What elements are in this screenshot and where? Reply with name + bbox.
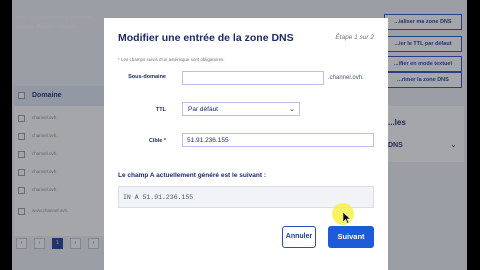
target-input[interactable]: 51.91.236.155 — [182, 133, 374, 147]
generated-record-label: Le champ A actuellement généré est le su… — [118, 172, 266, 179]
screen: Vous avez également la possibilité ... s… — [0, 0, 480, 270]
generated-record-value: IN A 51.91.236.155 — [123, 194, 194, 201]
domain-suffix: .channel.ovh. — [328, 75, 364, 81]
dialog-title: Modifier une entrée de la zone DNS — [118, 32, 294, 44]
target-value: 51.91.236.155 — [187, 137, 229, 144]
subdomain-label: Sous-domaine — [128, 74, 166, 80]
chevron-down-icon: ⌄ — [289, 106, 295, 113]
letterbox-right — [467, 0, 480, 270]
step-indicator: Étape 1 sur 2 — [335, 34, 374, 41]
ttl-select[interactable]: Par défaut ⌄ — [182, 102, 300, 116]
letterbox-left — [0, 0, 12, 270]
mouse-pointer-icon — [343, 212, 351, 224]
edit-dns-entry-dialog: Modifier une entrée de la zone DNS Étape… — [104, 18, 388, 270]
cancel-button[interactable]: Annuler — [282, 226, 316, 248]
subdomain-input[interactable] — [182, 71, 324, 85]
ttl-selected-value: Par défaut — [188, 106, 218, 113]
ttl-label: TTL — [155, 107, 166, 113]
target-label: Cible * — [148, 138, 166, 144]
required-note: * Les champs suivis d'un astérisque sont… — [118, 57, 225, 62]
next-button[interactable]: Suivant — [328, 226, 374, 248]
